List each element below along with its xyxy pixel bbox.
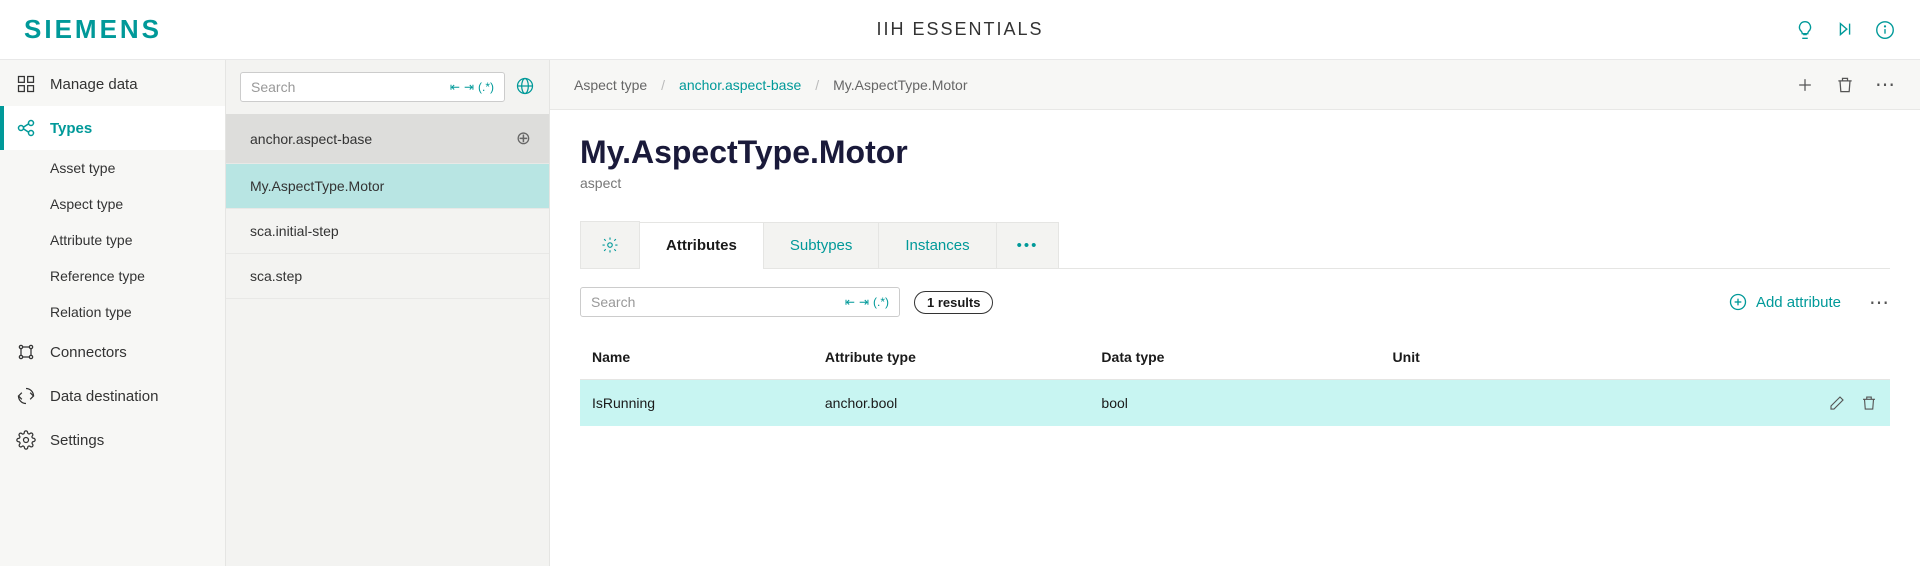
indent-left-icon[interactable]: ⇤	[450, 80, 460, 94]
add-attribute-button[interactable]: Add attribute	[1728, 292, 1841, 312]
sidebar-item-data-destination[interactable]: Data destination	[0, 374, 225, 418]
tab-attributes[interactable]: Attributes	[639, 222, 764, 268]
tab-label: Instances	[905, 237, 969, 254]
more-icon: •••	[1017, 237, 1039, 254]
detail-panel: Aspect type / anchor.aspect-base / My.As…	[550, 60, 1920, 566]
cell-actions	[1643, 380, 1890, 427]
breadcrumb-sep: /	[815, 77, 819, 93]
tab-label: Attributes	[666, 237, 737, 254]
tab-subtypes[interactable]: Subtypes	[763, 222, 880, 268]
types-search-row: ⇤ ⇥ (.*)	[226, 60, 549, 114]
types-search-input[interactable]	[251, 79, 444, 95]
sidebar-item-label: Data destination	[50, 388, 158, 405]
indent-left-icon[interactable]: ⇤	[845, 295, 855, 309]
attributes-search-input[interactable]	[591, 294, 839, 310]
tab-settings[interactable]	[580, 221, 640, 268]
type-item-label: My.AspectType.Motor	[250, 178, 384, 194]
delete-icon[interactable]	[1860, 394, 1878, 412]
col-data-type: Data type	[1089, 335, 1380, 380]
breadcrumb-actions: ⋯	[1795, 72, 1896, 97]
sidebar-item-manage-data[interactable]: Manage data	[0, 62, 225, 106]
delete-icon[interactable]	[1835, 75, 1855, 95]
feedback-icon[interactable]	[1834, 19, 1856, 41]
search-mini-icons: ⇤ ⇥ (.*)	[845, 295, 889, 309]
sidebar-item-connectors[interactable]: Connectors	[0, 330, 225, 374]
col-name: Name	[580, 335, 813, 380]
sidebar-sub-reference-type[interactable]: Reference type	[0, 258, 225, 294]
table-header-row: Name Attribute type Data type Unit	[580, 335, 1890, 380]
regex-icon[interactable]: (.*)	[478, 80, 494, 94]
type-item[interactable]: My.AspectType.Motor	[226, 164, 549, 209]
main-layout: Manage data Types Asset type Aspect type…	[0, 60, 1920, 566]
page-title: My.AspectType.Motor	[580, 134, 1890, 171]
sidebar-sub-relation-type[interactable]: Relation type	[0, 294, 225, 330]
sidebar-item-types[interactable]: Types	[0, 106, 225, 150]
sidebar-sub-aspect-type[interactable]: Aspect type	[0, 186, 225, 222]
cell-name: IsRunning	[580, 380, 813, 427]
types-search-box[interactable]: ⇤ ⇥ (.*)	[240, 72, 505, 102]
title-block: My.AspectType.Motor aspect	[550, 110, 1920, 203]
cell-data-type: bool	[1089, 380, 1380, 427]
breadcrumb-item: Aspect type	[574, 77, 647, 93]
edit-icon[interactable]	[1828, 394, 1846, 412]
settings-icon	[16, 430, 36, 450]
col-unit: Unit	[1381, 335, 1643, 380]
col-attribute-type: Attribute type	[813, 335, 1090, 380]
cell-attribute-type: anchor.bool	[813, 380, 1090, 427]
breadcrumb-item-link[interactable]: anchor.aspect-base	[679, 77, 801, 93]
attributes-table: Name Attribute type Data type Unit IsRun…	[580, 335, 1890, 426]
sidebar-item-label: Types	[50, 120, 92, 137]
more-icon[interactable]: ⋯	[1875, 72, 1896, 97]
table-row[interactable]: IsRunning anchor.bool bool	[580, 380, 1890, 427]
add-child-type-icon[interactable]: ⊕	[516, 128, 531, 149]
types-icon	[16, 118, 36, 138]
indent-right-icon[interactable]: ⇥	[859, 295, 869, 309]
attributes-toolbar: ⇤ ⇥ (.*) 1 results Add attribute ⋯	[550, 269, 1920, 335]
add-icon[interactable]	[1795, 75, 1815, 95]
tab-more[interactable]: •••	[996, 222, 1060, 268]
indent-right-icon[interactable]: ⇥	[464, 80, 474, 94]
page-subtitle: aspect	[580, 175, 1890, 191]
tabs: Attributes Subtypes Instances •••	[580, 221, 1890, 269]
info-icon[interactable]	[1874, 19, 1896, 41]
type-group-header[interactable]: anchor.aspect-base ⊕	[226, 114, 549, 164]
breadcrumb-bar: Aspect type / anchor.aspect-base / My.As…	[550, 60, 1920, 110]
tab-instances[interactable]: Instances	[878, 222, 996, 268]
breadcrumb-sep: /	[661, 77, 665, 93]
add-attribute-label: Add attribute	[1756, 294, 1841, 311]
types-list-panel: ⇤ ⇥ (.*) anchor.aspect-base ⊕ My.AspectT…	[226, 60, 550, 566]
type-item[interactable]: sca.initial-step	[226, 209, 549, 254]
header-actions	[1794, 19, 1896, 41]
type-item-label: sca.initial-step	[250, 223, 339, 239]
regex-icon[interactable]: (.*)	[873, 295, 889, 309]
sidebar-item-label: Connectors	[50, 344, 127, 361]
col-actions	[1643, 335, 1890, 380]
type-item[interactable]: sca.step	[226, 254, 549, 299]
plus-circle-icon	[1728, 292, 1748, 312]
type-item-label: anchor.aspect-base	[250, 131, 372, 147]
hint-icon[interactable]	[1794, 19, 1816, 41]
gear-icon	[601, 236, 619, 254]
attributes-search-box[interactable]: ⇤ ⇥ (.*)	[580, 287, 900, 317]
toolbar-more-icon[interactable]: ⋯	[1869, 290, 1890, 315]
sidebar: Manage data Types Asset type Aspect type…	[0, 60, 226, 566]
app-header: SIEMENS IIH ESSENTIALS	[0, 0, 1920, 60]
manage-data-icon	[16, 74, 36, 94]
cell-unit	[1381, 380, 1643, 427]
result-count-badge: 1 results	[914, 291, 993, 314]
search-mini-icons: ⇤ ⇥ (.*)	[450, 80, 494, 94]
sidebar-sub-asset-type[interactable]: Asset type	[0, 150, 225, 186]
data-destination-icon	[16, 386, 36, 406]
type-item-label: sca.step	[250, 268, 302, 284]
breadcrumb-item: My.AspectType.Motor	[833, 77, 967, 93]
sidebar-item-label: Settings	[50, 432, 104, 449]
tab-label: Subtypes	[790, 237, 853, 254]
sidebar-item-settings[interactable]: Settings	[0, 418, 225, 462]
connectors-icon	[16, 342, 36, 362]
sidebar-item-label: Manage data	[50, 76, 138, 93]
sidebar-sub-attribute-type[interactable]: Attribute type	[0, 222, 225, 258]
app-title: IIH ESSENTIALS	[876, 19, 1043, 40]
globe-icon[interactable]	[515, 76, 535, 99]
brand-logo: SIEMENS	[24, 14, 162, 45]
